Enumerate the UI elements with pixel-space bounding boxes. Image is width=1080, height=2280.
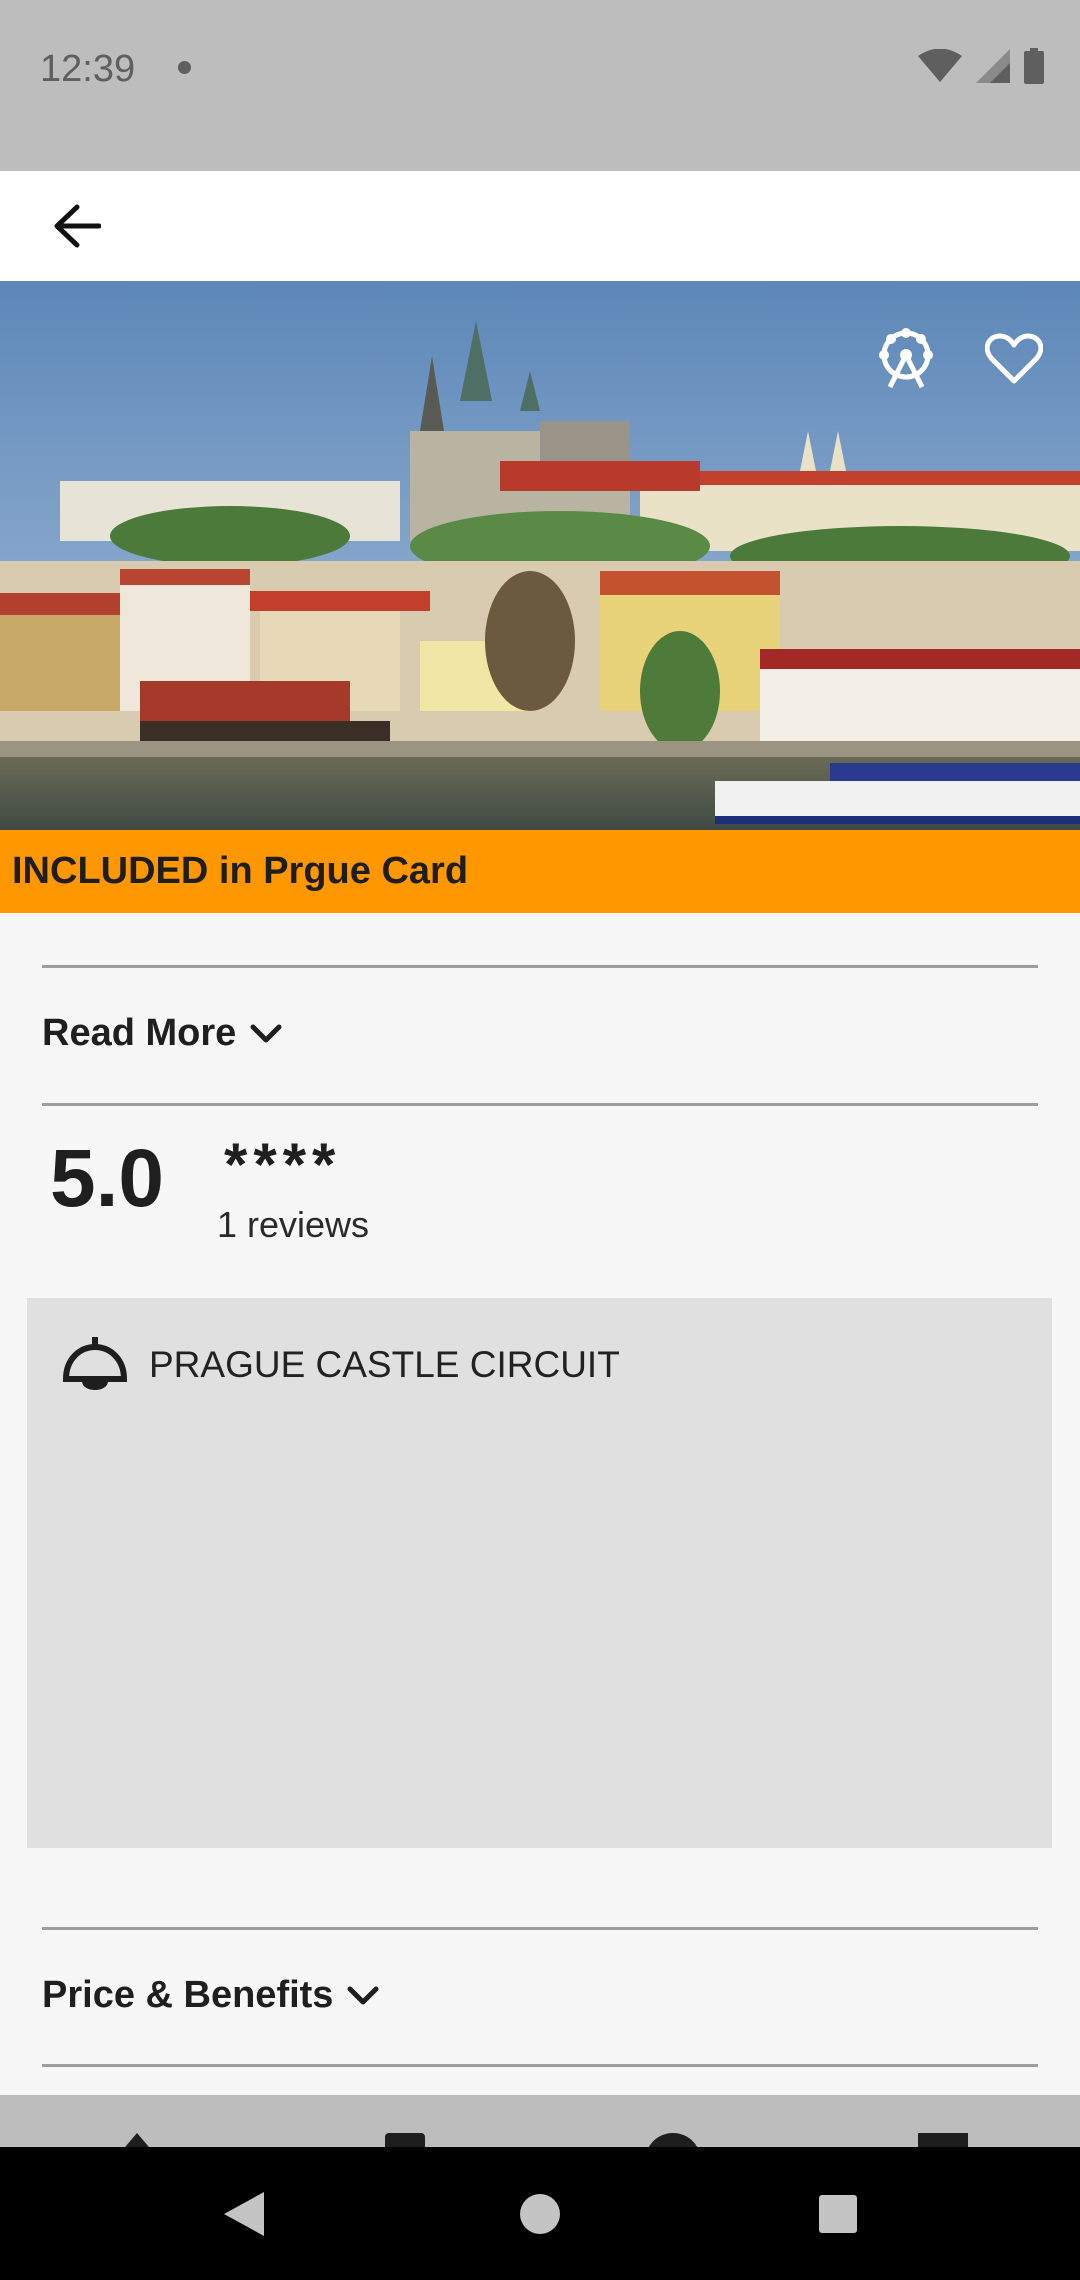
signal-icon — [976, 49, 1010, 83]
battery-icon — [1024, 48, 1044, 84]
chevron-down-icon — [250, 1024, 282, 1042]
rating-stars: **** — [224, 1131, 342, 1198]
nav-card-icon[interactable] — [918, 2133, 968, 2147]
arrow-left-icon — [54, 204, 101, 248]
status-bar: 12:39 — [0, 0, 1080, 171]
favorite-button[interactable] — [976, 321, 1052, 397]
notification-dot-icon — [178, 61, 191, 74]
nav-calendar-icon[interactable] — [385, 2133, 425, 2147]
home-circle-icon — [520, 2194, 560, 2234]
heart-outline-icon — [985, 333, 1043, 384]
included-banner: INCLUDED in Prgue Card — [0, 830, 1080, 913]
back-triangle-icon — [224, 2192, 264, 2236]
recents-square-icon — [819, 2195, 857, 2233]
lamp-icon — [62, 1337, 128, 1390]
system-back-button[interactable] — [214, 2185, 272, 2243]
attraction-button[interactable] — [868, 321, 944, 397]
price-benefits-toggle[interactable]: Price & Benefits — [42, 1974, 379, 2017]
status-time: 12:39 — [40, 48, 136, 90]
divider — [42, 965, 1038, 968]
rating-score: 5.0 — [50, 1133, 164, 1224]
tour-card[interactable]: PRAGUE CASTLE CIRCUIT — [27, 1298, 1052, 1848]
chevron-down-icon — [347, 1986, 379, 2004]
bottom-navigation — [0, 2095, 1080, 2147]
hero-image — [0, 281, 1080, 830]
read-more-label: Read More — [42, 1012, 237, 1054]
divider — [42, 1103, 1038, 1106]
review-count[interactable]: 1 reviews — [217, 1204, 369, 1246]
read-more-toggle[interactable]: Read More — [42, 1012, 282, 1055]
system-home-button[interactable] — [511, 2185, 569, 2243]
top-app-bar — [0, 171, 1080, 281]
divider — [42, 1927, 1038, 1930]
attraction-icon — [879, 328, 933, 389]
price-benefits-label: Price & Benefits — [42, 1974, 334, 2016]
wifi-icon — [918, 49, 962, 82]
status-icons — [918, 48, 1044, 84]
system-navigation-bar — [0, 2147, 1080, 2280]
tour-title: PRAGUE CASTLE CIRCUIT — [149, 1344, 620, 1385]
system-recents-button[interactable] — [809, 2185, 867, 2243]
nav-home-icon[interactable] — [120, 2133, 154, 2147]
back-button[interactable] — [40, 189, 114, 263]
divider — [42, 2064, 1038, 2067]
nav-clock-icon[interactable] — [645, 2133, 701, 2147]
